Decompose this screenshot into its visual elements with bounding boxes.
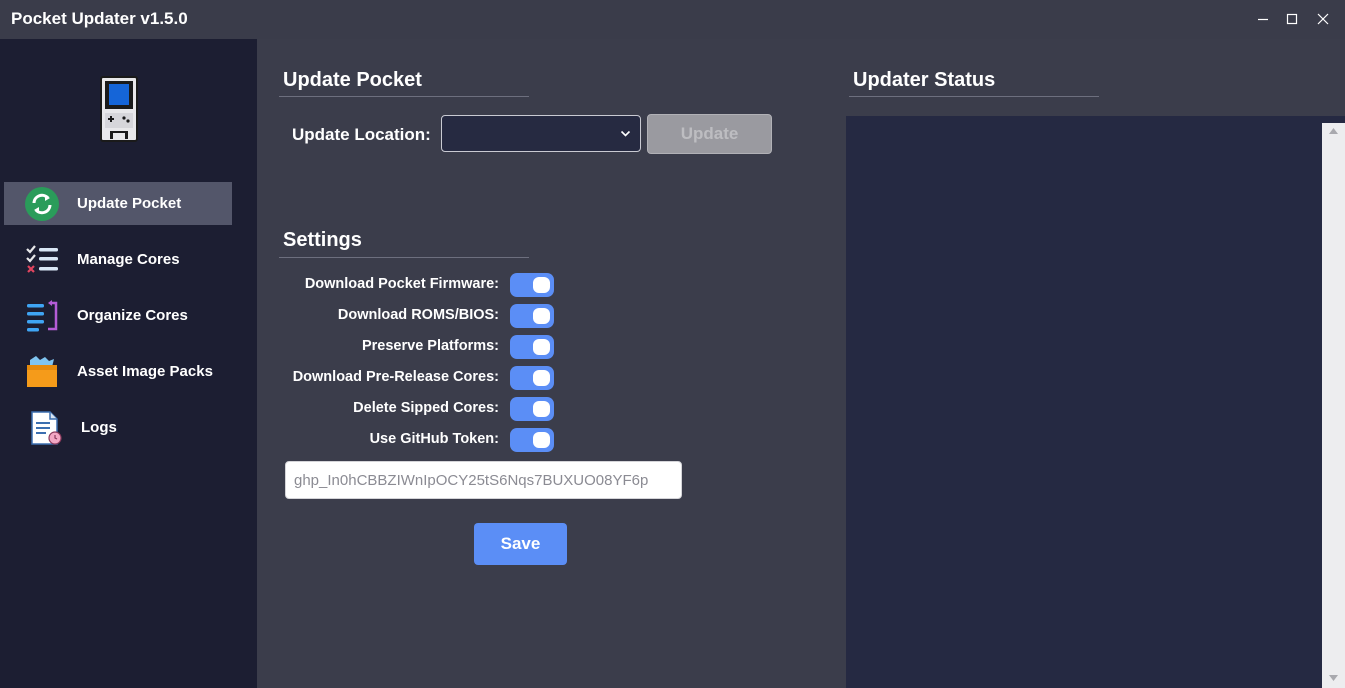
sidebar-item-update-pocket[interactable]: Update Pocket [4,182,232,225]
status-section-divider [849,96,1099,97]
update-section-title: Update Pocket [283,69,422,91]
updater-status-log[interactable] [846,116,1345,688]
main-panel: Update Pocket Update Location: Update Se… [257,39,1345,688]
download-prerelease-toggle[interactable] [510,366,554,390]
setting-use-github-token: Use GitHub Token: [279,427,555,453]
setting-label: Download ROMS/BIOS: [337,307,499,323]
refresh-icon [25,187,59,221]
sidebar-item-label: Organize Cores [77,307,188,324]
setting-label: Download Pre-Release Cores: [292,369,499,385]
setting-label: Download Pocket Firmware: [304,276,499,292]
log-document-icon [31,411,62,445]
sidebar-item-label: Update Pocket [77,195,182,212]
sidebar-item-asset-image-packs[interactable]: Asset Image Packs [4,350,232,393]
github-token-input[interactable]: ghp_In0hCBBZIWnIpOCY25tS6Nqs7BUXUO08YF6p [285,461,682,499]
preserve-platforms-toggle[interactable] [510,335,554,359]
setting-download-roms-bios: Download ROMS/BIOS: [279,303,555,329]
checklist-icon [26,245,58,273]
setting-label: Delete Sipped Cores: [353,400,499,416]
title-bar: Pocket Updater v1.5.0 [0,0,1345,39]
minimize-button[interactable] [1248,4,1278,34]
sidebar-item-logs[interactable]: Logs [4,406,232,449]
sidebar-item-label: Asset Image Packs [77,363,213,380]
setting-label: Preserve Platforms: [361,338,499,354]
chevron-down-icon [620,130,631,137]
settings-section-divider [279,257,529,258]
sidebar-item-manage-cores[interactable]: Manage Cores [4,238,232,281]
update-location-select[interactable] [441,115,641,152]
scroll-down-icon[interactable] [1328,674,1339,682]
close-button[interactable] [1308,4,1338,34]
update-button[interactable]: Update [647,114,772,154]
setting-preserve-platforms: Preserve Platforms: [279,334,555,360]
status-scrollbar[interactable] [1322,123,1345,688]
download-firmware-toggle[interactable] [510,273,554,297]
update-section-divider [279,96,529,97]
status-section-title: Updater Status [853,69,996,91]
box-icon [27,356,57,387]
maximize-icon [1286,13,1298,25]
minimize-icon [1258,18,1268,21]
setting-delete-sipped-cores: Delete Sipped Cores: [279,396,555,422]
sidebar: Update Pocket Manage Cores Organize Core… [0,39,257,688]
app-title: Pocket Updater v1.5.0 [11,9,188,28]
save-button[interactable]: Save [474,523,567,565]
reorder-icon [27,300,58,332]
setting-download-prerelease: Download Pre-Release Cores: [279,365,555,391]
setting-download-firmware: Download Pocket Firmware: [279,272,555,298]
download-roms-bios-toggle[interactable] [510,304,554,328]
maximize-button[interactable] [1277,4,1307,34]
use-github-token-toggle[interactable] [510,428,554,452]
sidebar-item-label: Logs [81,419,117,436]
settings-section-title: Settings [283,229,362,251]
setting-label: Use GitHub Token: [369,431,499,447]
close-icon [1317,13,1329,25]
sidebar-item-organize-cores[interactable]: Organize Cores [4,294,232,337]
delete-sipped-cores-toggle[interactable] [510,397,554,421]
sidebar-item-label: Manage Cores [77,251,180,268]
pocket-logo-icon [100,76,138,142]
update-location-label: Update Location: [292,125,431,144]
scroll-up-icon[interactable] [1328,127,1339,135]
